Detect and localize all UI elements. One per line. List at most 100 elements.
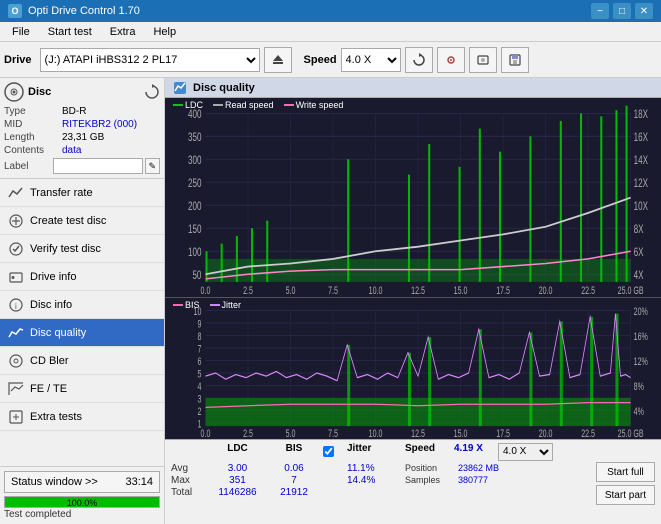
svg-text:150: 150 [188, 223, 202, 236]
svg-text:18X: 18X [634, 108, 648, 121]
svg-text:2: 2 [197, 406, 201, 418]
start-part-button[interactable]: Start part [596, 485, 655, 505]
disc-mid-row: MID RITEKBR2 (000) [4, 119, 160, 130]
speed-label: Speed [304, 54, 337, 66]
status-window-label: Status window >> [11, 476, 98, 488]
total-bis: 21912 [269, 487, 319, 498]
speed-value: 4.19 X [454, 443, 494, 461]
menu-file[interactable]: File [4, 24, 38, 40]
jitter-header: Jitter [347, 443, 397, 461]
maximize-button[interactable]: □ [613, 3, 631, 19]
nav-verify-test-disc[interactable]: Verify test disc [0, 235, 164, 263]
svg-text:14X: 14X [634, 154, 648, 167]
nav-disc-quality-label: Disc quality [30, 327, 86, 339]
content-area: Disc quality LDC Read speed [165, 78, 661, 524]
nav-fe-te[interactable]: FE / TE [0, 375, 164, 403]
svg-text:400: 400 [188, 108, 202, 121]
chart1-svg: 400 350 300 250 200 150 100 50 18X 16X 1… [165, 98, 661, 297]
max-label: Max [171, 475, 206, 486]
svg-text:3: 3 [197, 393, 201, 405]
disc-label-edit-button[interactable]: ✎ [145, 158, 160, 174]
nav-transfer-rate-label: Transfer rate [30, 187, 93, 199]
settings-button1[interactable] [437, 47, 465, 73]
legend-read-speed: Read speed [213, 100, 274, 110]
disc-label-input[interactable] [53, 158, 143, 174]
speed-dropdown[interactable]: 4.0 X [498, 443, 553, 461]
eject-button[interactable] [264, 47, 292, 73]
disc-quality-icon [8, 325, 24, 341]
status-text-row: Test completed [4, 508, 160, 520]
title-bar: O Opti Drive Control 1.70 − □ ✕ [0, 0, 661, 22]
max-jitter: 14.4% [347, 475, 397, 486]
speed-header: Speed [405, 443, 450, 461]
settings-button2[interactable] [469, 47, 497, 73]
ldc-header: LDC [210, 443, 265, 461]
svg-text:17.5: 17.5 [496, 285, 510, 297]
start-full-button[interactable]: Start full [596, 462, 655, 482]
start-buttons: Start full Start part [596, 443, 655, 521]
drive-info-icon [8, 269, 24, 285]
disc-info-icon: i [8, 297, 24, 313]
nav-transfer-rate[interactable]: Transfer rate [0, 179, 164, 207]
disc-label-label: Label [4, 161, 53, 172]
svg-text:25.0 GB: 25.0 GB [618, 428, 644, 439]
legend-write-label: Write speed [296, 100, 344, 110]
refresh-button[interactable] [405, 47, 433, 73]
disc-type-label: Type [4, 106, 62, 117]
legend-bis: BIS [173, 300, 200, 310]
svg-text:8X: 8X [634, 223, 644, 236]
nav-extra-tests[interactable]: Extra tests [0, 403, 164, 431]
bis-header: BIS [269, 443, 319, 461]
menu-help[interactable]: Help [145, 24, 184, 40]
avg-bis: 0.06 [269, 463, 319, 474]
nav-disc-info-label: Disc info [30, 299, 72, 311]
speed-selector[interactable]: 4.0 X [341, 48, 401, 72]
menu-extra[interactable]: Extra [102, 24, 144, 40]
svg-text:10.0: 10.0 [369, 285, 383, 297]
status-window-button[interactable]: Status window >> 33:14 [4, 471, 160, 493]
disc-mid-value: RITEKBR2 (000) [62, 119, 137, 130]
legend-bis-label: BIS [185, 300, 200, 310]
svg-text:10X: 10X [634, 200, 648, 213]
progress-percent: 100.0% [67, 497, 98, 509]
svg-text:20.0: 20.0 [539, 285, 553, 297]
minimize-button[interactable]: − [591, 3, 609, 19]
disc-section-title: Disc [28, 86, 51, 98]
nav-disc-info[interactable]: i Disc info [0, 291, 164, 319]
svg-text:0.0: 0.0 [201, 428, 211, 439]
svg-text:12%: 12% [634, 356, 648, 368]
svg-text:0.0: 0.0 [201, 285, 211, 297]
content-header-icon [173, 81, 187, 95]
chart2-container: BIS Jitter [165, 298, 661, 439]
samples-value: 380777 [458, 475, 513, 486]
close-button[interactable]: ✕ [635, 3, 653, 19]
jitter-checkbox[interactable] [323, 446, 334, 457]
svg-text:20.0: 20.0 [539, 428, 553, 439]
svg-text:300: 300 [188, 154, 202, 167]
svg-text:12.5: 12.5 [411, 428, 425, 439]
svg-text:20%: 20% [634, 306, 648, 318]
svg-text:50: 50 [192, 269, 201, 282]
drive-selector[interactable]: (J:) ATAPI iHBS312 2 PL17 [40, 48, 260, 72]
main-layout: Disc Type BD-R MID RITEKBR2 (000) Length… [0, 78, 661, 524]
nav-create-test-disc[interactable]: Create test disc [0, 207, 164, 235]
position-value: 23862 MB [458, 463, 513, 474]
legend-jitter-color [210, 304, 220, 306]
status-section: Status window >> 33:14 100.0% Test compl… [0, 466, 164, 524]
nav-cd-bler[interactable]: CD Bler [0, 347, 164, 375]
menu-start-test[interactable]: Start test [40, 24, 100, 40]
legend-read-label: Read speed [225, 100, 274, 110]
svg-text:15.0: 15.0 [454, 285, 468, 297]
disc-length-label: Length [4, 132, 62, 143]
nav-disc-quality[interactable]: Disc quality [0, 319, 164, 347]
status-time: 33:14 [125, 476, 153, 488]
legend-ldc-label: LDC [185, 100, 203, 110]
chart1-container: LDC Read speed Write speed [165, 98, 661, 298]
svg-text:8: 8 [197, 331, 201, 343]
nav-drive-info[interactable]: Drive info [0, 263, 164, 291]
cd-bler-icon [8, 353, 24, 369]
disc-refresh-icon[interactable] [144, 84, 160, 100]
save-button[interactable] [501, 47, 529, 73]
max-ldc: 351 [210, 475, 265, 486]
verify-test-disc-icon [8, 241, 24, 257]
